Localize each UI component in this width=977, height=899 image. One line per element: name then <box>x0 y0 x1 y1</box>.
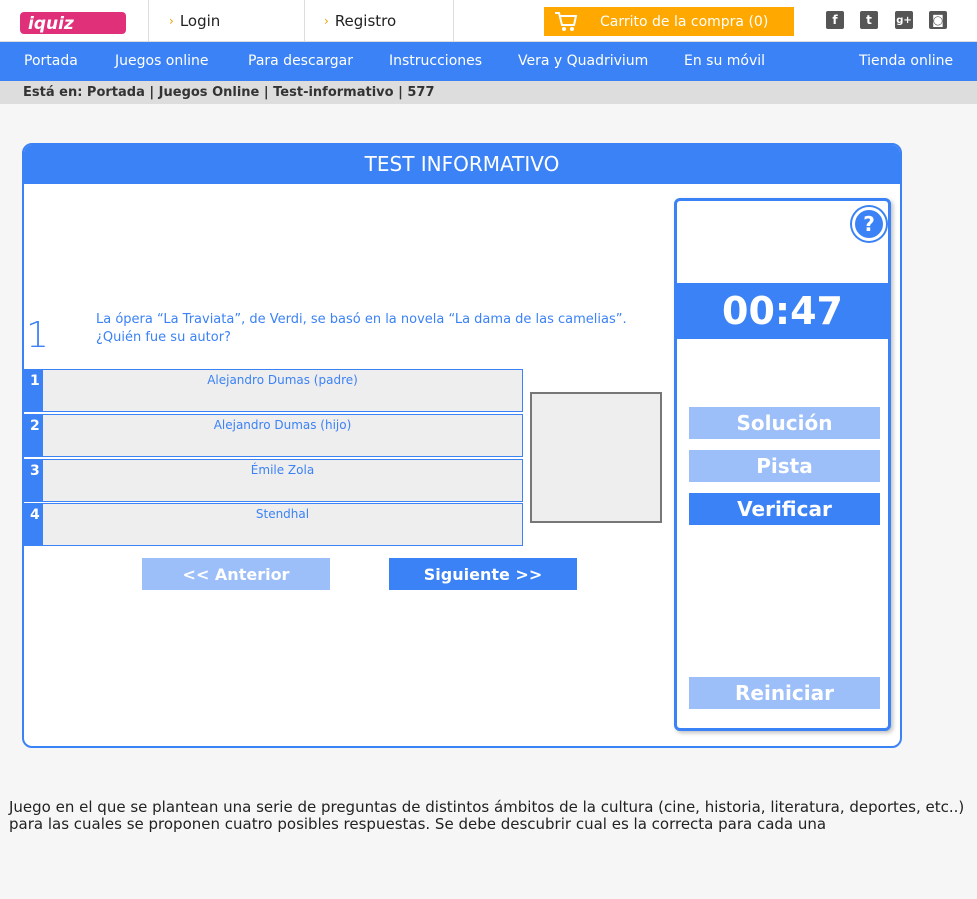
cart-button[interactable]: Carrito de la compra (0) <box>544 7 794 36</box>
cart-label: Carrito de la compra (0) <box>600 13 769 30</box>
cart-icon <box>555 11 578 31</box>
control-panel: ? 00:47 Solución Pista Verificar Reinici… <box>674 198 891 731</box>
breadcrumb: Está en: Portada | Juegos Online | Test-… <box>0 81 977 104</box>
solucion-button[interactable]: Solución <box>689 407 880 439</box>
login-label: Login <box>179 12 221 30</box>
answer-number: 1 <box>24 369 42 412</box>
previous-button[interactable]: << Anterior <box>142 558 330 590</box>
answer-text[interactable]: Émile Zola <box>42 459 523 502</box>
answer-text[interactable]: Stendhal <box>42 503 523 546</box>
quiz-panel: TEST INFORMATIVO 1 La ópera “La Traviata… <box>22 143 902 748</box>
question-image-placeholder <box>530 392 662 523</box>
question-text: La ópera “La Traviata”, de Verdi, se bas… <box>96 312 627 345</box>
instagram-icon[interactable]: ◙ <box>929 11 947 29</box>
help-icon[interactable]: ? <box>852 207 886 241</box>
reiniciar-button[interactable]: Reiniciar <box>689 677 880 709</box>
registro-link[interactable]: › Registro <box>304 0 454 42</box>
countdown-timer: 00:47 <box>677 283 888 339</box>
facebook-icon[interactable]: f <box>826 11 844 29</box>
main-nav: Portada Juegos online Para descargar Ins… <box>0 42 977 81</box>
twitter-icon[interactable]: t <box>860 11 878 29</box>
question-number: 1 <box>26 315 49 356</box>
answer-option-3[interactable]: 3 Émile Zola <box>24 459 524 502</box>
chevron-right-icon: › <box>324 14 329 28</box>
iquiz-logo[interactable]: iquiz <box>20 8 126 36</box>
registro-label: Registro <box>334 12 397 30</box>
chevron-right-icon: › <box>169 14 174 28</box>
answer-option-1[interactable]: 1 Alejandro Dumas (padre) <box>24 369 524 412</box>
game-description: Juego en el que se plantean una serie de… <box>9 798 965 833</box>
pista-button[interactable]: Pista <box>689 450 880 482</box>
nav-item-en-su-movil[interactable]: En su móvil <box>684 53 765 69</box>
answer-text[interactable]: Alejandro Dumas (padre) <box>42 369 523 412</box>
answer-number: 3 <box>24 459 42 502</box>
nav-item-juegos-online[interactable]: Juegos online <box>115 53 209 69</box>
nav-item-vera-quadrivium[interactable]: Vera y Quadrivium <box>518 53 648 69</box>
next-button[interactable]: Siguiente >> <box>389 558 577 590</box>
googleplus-icon[interactable]: g+ <box>895 11 913 29</box>
verificar-button[interactable]: Verificar <box>689 493 880 525</box>
answer-text[interactable]: Alejandro Dumas (hijo) <box>42 414 523 457</box>
nav-item-portada[interactable]: Portada <box>24 53 78 69</box>
svg-text:iquiz: iquiz <box>28 14 74 34</box>
answer-number: 2 <box>24 414 42 457</box>
nav-item-para-descargar[interactable]: Para descargar <box>248 53 353 69</box>
login-link[interactable]: › Login <box>148 0 304 42</box>
answer-number: 4 <box>24 503 42 546</box>
quiz-title: TEST INFORMATIVO <box>24 145 900 184</box>
answer-option-4[interactable]: 4 Stendhal <box>24 503 524 546</box>
top-bar: iquiz › Login › Registro Carrito de la c… <box>0 0 977 42</box>
nav-item-instrucciones[interactable]: Instrucciones <box>389 53 482 69</box>
nav-item-tienda-online[interactable]: Tienda online <box>859 53 953 69</box>
answer-option-2[interactable]: 2 Alejandro Dumas (hijo) <box>24 414 524 457</box>
